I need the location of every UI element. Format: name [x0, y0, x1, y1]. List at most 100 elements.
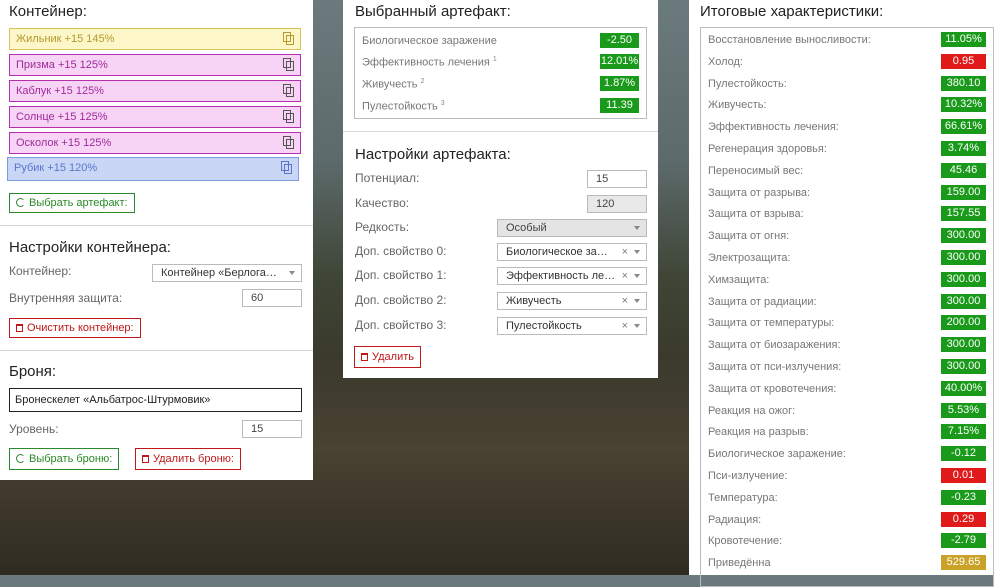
total-stat-value: 300.00: [941, 293, 986, 309]
delete-armor-label: Удалить броню:: [153, 453, 234, 465]
clear-icon[interactable]: ×: [622, 268, 628, 284]
chevron-down-icon: [289, 271, 295, 275]
total-stat-value: 5.53%: [941, 402, 986, 418]
clear-container-button[interactable]: Очистить контейнер:: [9, 318, 141, 338]
armor-title: Броня:: [9, 363, 57, 380]
chevron-down-icon: [634, 324, 640, 328]
slot-prizma[interactable]: Призма +15 125%: [9, 54, 301, 76]
total-stat-row: Живучесть: 10.32%: [708, 95, 986, 117]
total-stat-name: Эффективность лечения:: [708, 121, 839, 134]
container-settings-section: Настройки контейнера: Контейнер: Контейн…: [0, 225, 313, 351]
artifact-settings-section: Настройки артефакта: Потенциал: 15 Качес…: [343, 131, 658, 379]
copy-icon[interactable]: [283, 110, 294, 123]
extra-1-select[interactable]: Эффективность ле… ×: [497, 267, 647, 285]
choose-artifact-button[interactable]: Выбрать артефакт:: [9, 193, 135, 213]
total-stat-row: Защита от радиации: 300.00: [708, 292, 986, 314]
total-stat-value: 300.00: [941, 271, 986, 287]
armor-section: Броня: Бронескелет «Альбатрос-Штурмовик»…: [0, 350, 313, 481]
totals-panel: Итоговые характеристики: Восстановление …: [689, 0, 994, 587]
container-settings-title: Настройки контейнера:: [9, 239, 171, 256]
armor-level-input[interactable]: 15: [242, 420, 302, 438]
total-stat-name: Электрозащита:: [708, 252, 791, 264]
slot-oskolok[interactable]: Осколок +15 125%: [9, 132, 301, 154]
slot-label: Призма +15 125%: [16, 59, 108, 71]
extra-0-label: Доп. свойство 0:: [355, 244, 447, 258]
total-stat-name: Реакция на разрыв:: [708, 426, 809, 439]
clear-icon[interactable]: ×: [622, 293, 628, 309]
total-stat-name: Восстановление выносливости:: [708, 34, 871, 46]
total-stat-value: 0.95: [941, 53, 986, 69]
total-stat-row: Приведённа 529.65: [708, 553, 986, 575]
choose-armor-button[interactable]: Выбрать броню:: [9, 448, 120, 470]
trash-icon: [16, 324, 23, 332]
clear-icon[interactable]: ×: [622, 318, 628, 334]
copy-icon[interactable]: [283, 84, 294, 97]
total-stat-name: Защита от радиации:: [708, 295, 817, 308]
total-stat-row: Защита от биозаражения: 300.00: [708, 335, 986, 357]
extra-0-select[interactable]: Биологическое за… ×: [497, 243, 647, 261]
extra-2-select[interactable]: Живучесть ×: [497, 292, 647, 310]
copy-icon[interactable]: [283, 58, 294, 71]
container-select[interactable]: Контейнер «Берлога…: [152, 264, 302, 282]
slot-label: Осколок +15 125%: [16, 137, 112, 149]
potential-input[interactable]: 15: [587, 170, 647, 188]
slot-kabluk[interactable]: Каблук +15 125%: [9, 80, 301, 102]
total-stat-value: 0.29: [941, 511, 986, 527]
artifact-stat-row: Эффективность лечения 1 12.01%: [362, 52, 639, 74]
total-stat-name: Реакция на ожог:: [708, 404, 796, 417]
total-stat-row: Пси-излучение: 0.01: [708, 466, 986, 488]
artifact-settings-title: Настройки артефакта:: [355, 146, 511, 163]
stat-value: 12.01%: [600, 54, 639, 69]
total-stat-row: Электрозащита: 300.00: [708, 248, 986, 270]
total-stat-row: Защита от кровотечения: 40.00%: [708, 379, 986, 401]
total-stat-name: Пулестойкость:: [708, 77, 787, 90]
rarity-select: Особый: [497, 219, 647, 237]
delete-artifact-button[interactable]: Удалить: [354, 346, 421, 368]
extra-1-label: Доп. свойство 1:: [355, 268, 447, 282]
total-stat-row: Восстановление выносливости: 11.05%: [708, 30, 986, 52]
total-stat-row: Биологическое заражение: -0.12: [708, 444, 986, 466]
total-stat-row: Температура: -0.23: [708, 488, 986, 510]
armor-field[interactable]: Бронескелет «Альбатрос-Штурмовик»: [9, 388, 302, 412]
total-stat-row: Эффективность лечения: 66.61%: [708, 117, 986, 139]
total-stat-value: 157.55: [941, 206, 986, 222]
chevron-down-icon: [634, 250, 640, 254]
chevron-down-icon: [634, 274, 640, 278]
clear-container-label: Очистить контейнер:: [27, 322, 134, 334]
total-stat-name: Пси-излучение:: [708, 470, 788, 482]
total-stat-value: 200.00: [941, 315, 986, 331]
chevron-down-icon: [634, 226, 640, 230]
stat-value: -2.50: [600, 33, 639, 48]
total-stat-value: 300.00: [941, 228, 986, 244]
total-stat-value: 380.10: [941, 75, 986, 91]
total-stat-name: Холод:: [708, 55, 743, 68]
stat-name: Живучесть 2: [362, 78, 425, 91]
total-stat-row: Пулестойкость: 380.10: [708, 74, 986, 96]
reload-icon: [16, 198, 25, 207]
total-stat-value: 0.01: [941, 468, 986, 483]
total-stat-row: Кровотечение: -2.79: [708, 531, 986, 553]
slot-rubik[interactable]: Рубик +15 120%: [7, 157, 299, 181]
slot-solntse[interactable]: Солнце +15 125%: [9, 106, 301, 128]
extra-1-value: Эффективность ле…: [506, 270, 616, 282]
total-stat-value: 3.74%: [941, 141, 986, 156]
total-stat-row: Реакция на ожог: 5.53%: [708, 401, 986, 423]
container-title: Контейнер:: [9, 3, 87, 20]
inner-protection-input[interactable]: 60: [242, 289, 302, 307]
copy-icon[interactable]: [281, 161, 292, 174]
delete-armor-button[interactable]: Удалить броню:: [135, 448, 241, 470]
total-stat-value: 11.05%: [941, 32, 986, 47]
total-stat-row: Холод: 0.95: [708, 52, 986, 74]
total-stat-name: Радиация:: [708, 513, 762, 526]
copy-icon[interactable]: [283, 136, 294, 149]
extra-3-label: Доп. свойство 3:: [355, 318, 447, 332]
copy-icon[interactable]: [283, 32, 294, 45]
artifact-stat-row: Биологическое заражение -2.50: [362, 31, 639, 53]
total-stat-value: 7.15%: [941, 424, 986, 440]
quality-label: Качество:: [355, 196, 410, 210]
extra-3-select[interactable]: Пулестойкость ×: [497, 317, 647, 335]
clear-icon[interactable]: ×: [622, 244, 628, 260]
potential-label: Потенциал:: [355, 171, 420, 185]
slot-zhilnik[interactable]: Жильник +15 145%: [9, 28, 301, 50]
reload-icon: [16, 454, 25, 463]
